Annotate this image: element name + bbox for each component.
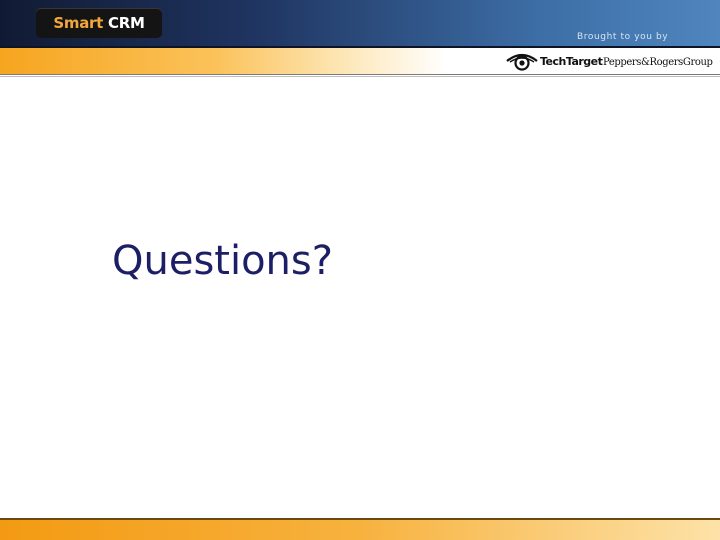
logo-word-smart: Smart <box>53 14 104 32</box>
slide: Smart CRM Brought to you by TechTarget P… <box>0 0 720 540</box>
accent-strip-divider-light <box>0 76 720 77</box>
techtarget-wordmark: TechTarget <box>540 54 603 68</box>
smart-crm-logo: Smart CRM <box>36 8 162 38</box>
accent-strip-divider <box>0 74 720 75</box>
techtarget-logo: TechTarget <box>505 50 603 72</box>
slide-title: Questions? <box>112 238 333 284</box>
logo-word-crm: CRM <box>108 14 145 32</box>
eye-icon <box>506 53 538 71</box>
brought-by-text: Brought to you by <box>577 32 669 42</box>
footer-accent-strip <box>0 520 720 540</box>
peppers-rogers-logo: Peppers&RogersGroup <box>603 57 713 68</box>
